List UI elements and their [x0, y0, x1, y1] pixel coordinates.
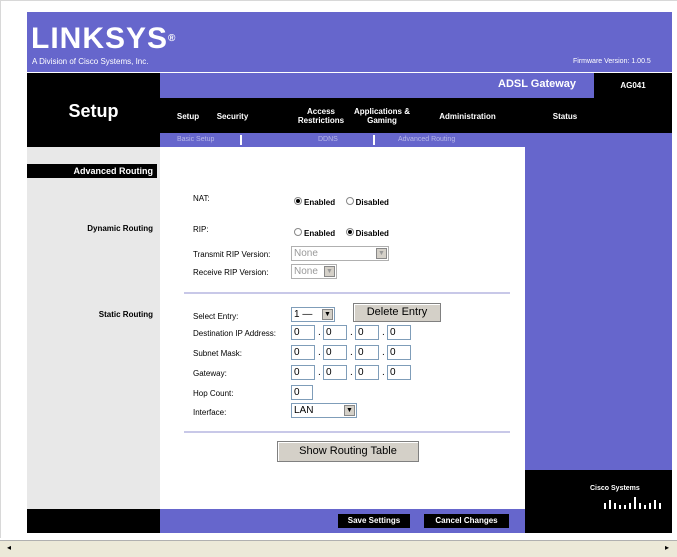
logo-text: LINKSYS	[31, 22, 169, 55]
tab-access-restrictions-label: Access Restrictions	[297, 107, 345, 125]
chevron-down-icon: ▼	[324, 266, 335, 277]
rip-disabled-label: Disabled	[355, 229, 389, 238]
horizontal-scrollbar[interactable]	[0, 540, 677, 557]
hop-count-input[interactable]: 0	[291, 385, 313, 400]
destination-ip-octet-1[interactable]: 0	[291, 325, 315, 340]
destination-ip-octet-2[interactable]: 0	[323, 325, 347, 340]
tab-access-restrictions[interactable]: Access Restrictions	[290, 107, 352, 125]
tab-administration[interactable]: Administration	[425, 112, 510, 121]
nat-radio-group: Enabled Disabled	[294, 192, 395, 210]
nat-disabled-radio[interactable]	[345, 196, 354, 205]
cisco-bars-icon	[604, 497, 661, 509]
select-entry-label: Select Entry:	[193, 312, 239, 321]
rip-enabled-label: Enabled	[304, 229, 336, 238]
rip-label: RIP:	[193, 225, 209, 234]
logo-registered-mark: ®	[168, 33, 177, 44]
select-entry-dropdown[interactable]: 1 — ▼	[291, 307, 335, 322]
cancel-changes-button[interactable]: Cancel Changes	[424, 514, 509, 528]
tab-applications-gaming[interactable]: Applications & Gaming	[344, 107, 420, 125]
gateway-octet-1[interactable]: 0	[291, 365, 315, 380]
hop-count-label: Hop Count:	[193, 389, 234, 398]
chevron-down-icon: ▼	[322, 309, 333, 320]
subnet-mask-label: Subnet Mask:	[193, 349, 242, 358]
tab-status[interactable]: Status	[545, 112, 585, 121]
destination-ip-octet-3[interactable]: 0	[355, 325, 379, 340]
chevron-down-icon: ▼	[344, 405, 355, 416]
tab-setup[interactable]: Setup	[168, 112, 208, 121]
section-divider	[184, 292, 510, 294]
subtab-separator	[240, 135, 242, 145]
sidebar-section-title: Advanced Routing	[73, 166, 153, 176]
transmit-rip-value: None	[294, 248, 318, 259]
scroll-right-icon[interactable]: ▸	[660, 541, 674, 555]
show-routing-table-button[interactable]: Show Routing Table	[277, 441, 419, 462]
ip-dot: .	[382, 327, 385, 338]
transmit-rip-select[interactable]: None ▼	[291, 246, 389, 261]
subnet-mask-octet-4[interactable]: 0	[387, 345, 411, 360]
destination-ip-label: Destination IP Address:	[193, 329, 277, 338]
subnet-mask-octet-1[interactable]: 0	[291, 345, 315, 360]
receive-rip-select[interactable]: None ▼	[291, 264, 337, 279]
ip-dot: .	[318, 367, 321, 378]
interface-value: LAN	[294, 405, 314, 416]
gateway-octet-3[interactable]: 0	[355, 365, 379, 380]
gateway-octet-4[interactable]: 0	[387, 365, 411, 380]
rip-disabled-radio[interactable]	[345, 227, 354, 236]
subnet-mask-octet-3[interactable]: 0	[355, 345, 379, 360]
nat-enabled-label: Enabled	[304, 198, 336, 207]
help-panel	[525, 147, 672, 509]
save-settings-button[interactable]: Save Settings	[338, 514, 410, 528]
subtab-basic-setup[interactable]: Basic Setup	[177, 136, 214, 143]
logo-division-text: A Division of Cisco Systems, Inc.	[32, 57, 149, 66]
ip-dot: .	[382, 367, 385, 378]
product-name: ADSL Gateway	[498, 78, 577, 90]
tab-applications-gaming-label: Applications & Gaming	[353, 107, 410, 125]
chevron-down-icon: ▼	[376, 248, 387, 259]
nat-enabled-radio[interactable]	[294, 196, 302, 205]
cisco-systems-logo: Cisco Systems	[590, 485, 640, 492]
interface-select[interactable]: LAN ▼	[291, 403, 357, 418]
nat-disabled-label: Disabled	[355, 198, 389, 207]
ip-dot: .	[382, 347, 385, 358]
destination-ip-octet-4[interactable]: 0	[387, 325, 411, 340]
linksys-logo[interactable]: LINKSYS®	[31, 24, 176, 54]
nat-label: NAT:	[193, 194, 210, 203]
footer-right	[525, 509, 672, 533]
ip-dot: .	[350, 327, 353, 338]
page-title: Setup	[68, 101, 119, 121]
sidebar	[27, 147, 160, 509]
ip-dot: .	[350, 367, 353, 378]
subnet-mask-octet-2[interactable]: 0	[323, 345, 347, 360]
rip-enabled-radio[interactable]	[294, 227, 302, 236]
transmit-rip-label: Transmit RIP Version:	[193, 250, 271, 259]
receive-rip-value: None	[294, 266, 318, 277]
subtab-separator	[373, 135, 375, 145]
gateway-label: Gateway:	[193, 369, 227, 378]
subtab-ddns[interactable]: DDNS	[318, 136, 338, 143]
delete-entry-button[interactable]: Delete Entry	[353, 303, 441, 322]
tab-security[interactable]: Security	[205, 112, 260, 121]
footer-left	[27, 509, 160, 533]
sidebar-dynamic-routing: Dynamic Routing	[87, 224, 153, 233]
model-number: AG041	[620, 81, 646, 90]
ip-dot: .	[318, 347, 321, 358]
ip-dot: .	[350, 347, 353, 358]
subtab-advanced-routing[interactable]: Advanced Routing	[398, 136, 455, 143]
receive-rip-label: Receive RIP Version:	[193, 268, 269, 277]
interface-label: Interface:	[193, 408, 227, 417]
section-divider	[184, 431, 510, 433]
ip-dot: .	[318, 327, 321, 338]
sidebar-static-routing: Static Routing	[98, 310, 153, 319]
select-entry-value: 1 —	[294, 309, 313, 320]
gateway-octet-2[interactable]: 0	[323, 365, 347, 380]
scroll-left-icon[interactable]: ◂	[2, 541, 16, 555]
rip-radio-group: Enabled Disabled	[294, 223, 395, 241]
firmware-version: Firmware Version: 1.00.5	[573, 58, 651, 65]
